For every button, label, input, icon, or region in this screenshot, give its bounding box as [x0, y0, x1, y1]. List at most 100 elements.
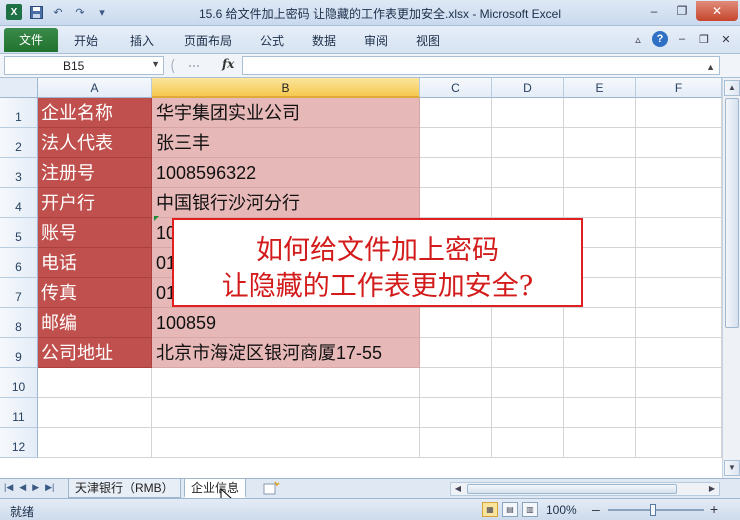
row-header[interactable]: 9	[0, 338, 38, 368]
cell-a[interactable]	[38, 368, 152, 398]
cell-a[interactable]: 注册号	[38, 158, 152, 188]
cell-a[interactable]	[38, 428, 152, 458]
tab-view[interactable]: 视图	[408, 30, 448, 52]
empty-cell[interactable]	[564, 368, 636, 398]
cell-b[interactable]	[152, 428, 420, 458]
cell-b[interactable]: 1008596322	[152, 158, 420, 188]
column-header-a[interactable]: A	[38, 78, 152, 98]
restore-button[interactable]: ❐	[668, 1, 696, 21]
zoom-slider[interactable]	[608, 509, 704, 511]
sheet-tab-tianjin-bank[interactable]: 天津银行（RMB）	[68, 479, 181, 498]
scroll-up-button[interactable]: ▲	[724, 80, 740, 96]
empty-cell[interactable]	[492, 398, 564, 428]
tab-review[interactable]: 审阅	[356, 30, 396, 52]
empty-cell[interactable]	[636, 98, 722, 128]
zoom-in-button[interactable]: +	[710, 501, 718, 517]
empty-cell[interactable]	[636, 338, 722, 368]
sheet-tab-company-info[interactable]: 企业信息	[184, 479, 247, 498]
insert-sheet-icon[interactable]	[262, 481, 280, 496]
minimize-ribbon-icon[interactable]: ▵	[630, 31, 646, 47]
column-header-b[interactable]: B	[152, 78, 420, 98]
tab-formulas[interactable]: 公式	[252, 30, 292, 52]
vertical-scrollbar[interactable]: ▲ ▼	[722, 78, 740, 478]
cell-b[interactable]: 张三丰	[152, 128, 420, 158]
name-box[interactable]: B15 ▼	[4, 56, 164, 75]
chevron-down-icon[interactable]: ▼	[151, 59, 160, 69]
workbook-restore-icon[interactable]: ❐	[696, 31, 712, 47]
empty-cell[interactable]	[564, 188, 636, 218]
tab-page-layout[interactable]: 页面布局	[178, 30, 238, 52]
empty-cell[interactable]	[420, 368, 492, 398]
workbook-minimize-icon[interactable]: –	[674, 31, 690, 47]
empty-cell[interactable]	[420, 128, 492, 158]
cell-a[interactable]: 电话	[38, 248, 152, 278]
empty-cell[interactable]	[636, 188, 722, 218]
row-header[interactable]: 7	[0, 278, 38, 308]
normal-view-icon[interactable]: ▦	[482, 502, 498, 517]
cell-a[interactable]: 公司地址	[38, 338, 152, 368]
empty-cell[interactable]	[492, 158, 564, 188]
customize-toolbar-icon[interactable]: ▾	[94, 4, 110, 20]
empty-cell[interactable]	[636, 308, 722, 338]
empty-cell[interactable]	[564, 338, 636, 368]
last-sheet-icon[interactable]: ▶|	[45, 482, 54, 493]
redo-icon[interactable]: ↷	[72, 4, 88, 20]
empty-cell[interactable]	[420, 158, 492, 188]
page-break-preview-icon[interactable]: ▥	[522, 502, 538, 517]
row-header[interactable]: 8	[0, 308, 38, 338]
cell-b[interactable]	[152, 368, 420, 398]
empty-cell[interactable]	[492, 308, 564, 338]
empty-cell[interactable]	[636, 248, 722, 278]
expand-formula-bar-icon[interactable]: ▲	[706, 62, 715, 72]
select-all-corner[interactable]	[0, 78, 38, 98]
column-header-f[interactable]: F	[636, 78, 722, 98]
empty-cell[interactable]	[492, 428, 564, 458]
empty-cell[interactable]	[636, 278, 722, 308]
empty-cell[interactable]	[564, 428, 636, 458]
tab-file[interactable]: 文件	[4, 28, 58, 52]
minimize-button[interactable]: –	[640, 1, 668, 21]
prev-sheet-icon[interactable]: ◀	[19, 482, 26, 493]
empty-cell[interactable]	[492, 98, 564, 128]
scroll-down-button[interactable]: ▼	[724, 460, 740, 476]
zoom-level[interactable]: 100%	[546, 503, 577, 517]
cell-a[interactable]: 企业名称	[38, 98, 152, 128]
tab-insert[interactable]: 插入	[122, 30, 162, 52]
empty-cell[interactable]	[564, 98, 636, 128]
tab-home[interactable]: 开始	[66, 30, 106, 52]
empty-cell[interactable]	[564, 158, 636, 188]
help-icon[interactable]: ?	[652, 31, 668, 47]
empty-cell[interactable]	[420, 188, 492, 218]
insert-function-icon[interactable]: fx	[222, 57, 234, 71]
column-header-c[interactable]: C	[420, 78, 492, 98]
cell-b[interactable]: 华宇集团实业公司	[152, 98, 420, 128]
row-header[interactable]: 3	[0, 158, 38, 188]
empty-cell[interactable]	[636, 368, 722, 398]
workbook-close-icon[interactable]: ✕	[718, 31, 734, 47]
empty-cell[interactable]	[420, 338, 492, 368]
empty-cell[interactable]	[420, 428, 492, 458]
cell-a[interactable]: 邮编	[38, 308, 152, 338]
horizontal-scroll-thumb[interactable]	[467, 484, 677, 494]
zoom-out-button[interactable]: –	[592, 501, 600, 517]
row-header[interactable]: 11	[0, 398, 38, 428]
cell-a[interactable]: 账号	[38, 218, 152, 248]
empty-cell[interactable]	[636, 218, 722, 248]
vertical-scroll-thumb[interactable]	[725, 98, 739, 328]
close-button[interactable]: ✕	[696, 1, 738, 21]
row-header[interactable]: 6	[0, 248, 38, 278]
horizontal-scrollbar[interactable]: ◀ ▶	[450, 482, 720, 496]
cell-b[interactable]	[152, 398, 420, 428]
column-header-d[interactable]: D	[492, 78, 564, 98]
row-header[interactable]: 2	[0, 128, 38, 158]
row-header[interactable]: 4	[0, 188, 38, 218]
empty-cell[interactable]	[492, 128, 564, 158]
empty-cell[interactable]	[492, 368, 564, 398]
cell-b[interactable]: 中国银行沙河分行	[152, 188, 420, 218]
row-header[interactable]: 12	[0, 428, 38, 458]
empty-cell[interactable]	[420, 98, 492, 128]
cell-b[interactable]: 北京市海淀区银河商厦17-55	[152, 338, 420, 368]
empty-cell[interactable]	[492, 338, 564, 368]
page-layout-view-icon[interactable]: ▤	[502, 502, 518, 517]
row-header[interactable]: 1	[0, 98, 38, 128]
